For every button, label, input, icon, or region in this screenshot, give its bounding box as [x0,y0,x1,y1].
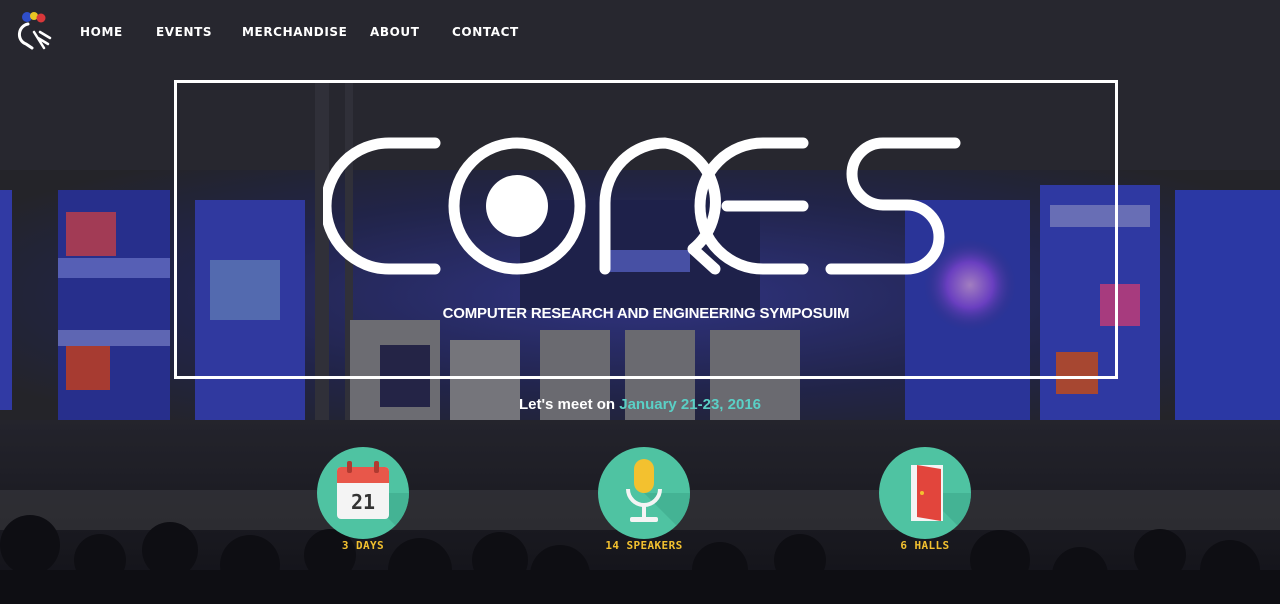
brand-subtitle: COMPUTER RESEARCH AND ENGINEERING SYMPOS… [442,305,850,322]
stat-days-label: 3 DAYS [341,539,385,552]
event-date-line: Let's meet on January 21-23, 2016 [0,396,1280,413]
stat-speakers-circle [598,447,690,539]
nav-contact-link[interactable]: CONTACT [452,25,519,39]
cores-wordmark-logo [323,137,961,275]
stat-halls-circle [879,447,971,539]
top-navigation: HOME EVENTS MERCHANDISE ABOUT CONTACT [0,0,1280,64]
nav-events-link[interactable]: EVENTS [156,25,212,39]
door-icon [911,465,971,539]
brand-box: COMPUTER RESEARCH AND ENGINEERING SYMPOS… [174,80,1118,379]
stat-halls: 6 HALLS [860,447,990,553]
hero-section: HOME EVENTS MERCHANDISE ABOUT CONTACT CO… [0,0,1280,604]
nav-home-link[interactable]: HOME [80,25,123,39]
stat-speakers-label: 14 SPEAKERS [605,539,683,552]
microphone-icon [626,459,690,539]
meet-lead-text: Let's meet on [518,396,616,413]
nav-about-link[interactable]: ABOUT [370,25,420,39]
nav-merchandise-link[interactable]: MERCHANDISE [242,25,347,39]
calendar-icon: 21 [337,461,409,539]
cores-logo-icon[interactable] [14,10,54,54]
calendar-day-number: 21 [351,490,375,514]
stat-days-circle: 21 [317,447,409,539]
stat-halls-label: 6 HALLS [900,539,950,552]
stat-speakers: 14 SPEAKERS [579,447,709,553]
stat-days: 21 3 DAYS [298,447,428,553]
event-date: January 21-23, 2016 [619,396,762,413]
